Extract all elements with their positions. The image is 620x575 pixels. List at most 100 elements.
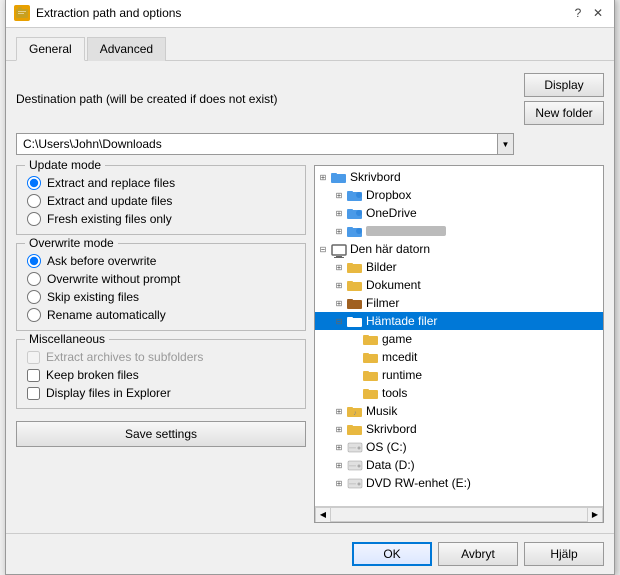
tree-item[interactable]: mcedit <box>315 348 603 366</box>
dialog-content: Destination path (will be created if doe… <box>6 60 614 533</box>
tree-item[interactable]: ⊞ Dropbox <box>315 186 603 204</box>
save-settings-button[interactable]: Save settings <box>16 421 306 447</box>
tree-expander[interactable]: ⊟ <box>331 313 347 329</box>
cancel-button[interactable]: Avbryt <box>438 542 518 566</box>
tree-expander-empty <box>347 331 363 347</box>
tree-item[interactable]: runtime <box>315 366 603 384</box>
tree-item[interactable]: game <box>315 330 603 348</box>
overwrite-radio-2[interactable] <box>27 290 41 304</box>
tree-item[interactable]: ⊞ OneDrive <box>315 204 603 222</box>
update-option-1[interactable]: Extract and update files <box>27 194 295 208</box>
tree-expander[interactable]: ⊞ <box>331 421 347 437</box>
folder-icon <box>331 171 347 184</box>
tree-item[interactable]: ⊞Skrivbord <box>315 420 603 438</box>
tree-item[interactable]: ⊟Hämtade filer <box>315 312 603 330</box>
overwrite-option-2[interactable]: Skip existing files <box>27 290 295 304</box>
new-folder-button[interactable]: New folder <box>524 101 604 125</box>
path-input[interactable] <box>16 133 498 155</box>
tree-expander[interactable]: ⊞ <box>331 259 347 275</box>
tree-item-label: Filmer <box>366 296 399 310</box>
tree-item[interactable]: ⊞ DVD RW-enhet (E:) <box>315 474 603 492</box>
close-btn[interactable]: ✕ <box>590 5 606 21</box>
tab-general[interactable]: General <box>16 37 85 61</box>
help-footer-button[interactable]: Hjälp <box>524 542 604 566</box>
tree-item[interactable]: ⊞ Dokument <box>315 276 603 294</box>
update-label-0: Extract and replace files <box>47 176 175 190</box>
tab-advanced[interactable]: Advanced <box>87 37 166 61</box>
tree-item[interactable]: ⊞ Filmer <box>315 294 603 312</box>
tree-bottom-scrollbar[interactable]: ◀ ▶ <box>315 506 603 522</box>
update-option-2[interactable]: Fresh existing files only <box>27 212 295 226</box>
tree-expander[interactable]: ⊞ <box>331 187 347 203</box>
update-radio-0[interactable] <box>27 176 41 190</box>
tree-item-label: Dropbox <box>366 188 411 202</box>
tree-item[interactable]: ⊞OS (C:) <box>315 438 603 456</box>
tree-expander[interactable]: ⊟ <box>315 241 331 257</box>
tree-item[interactable]: ⊞♪Musik <box>315 402 603 420</box>
tree-item[interactable]: ⊞Bilder <box>315 258 603 276</box>
tree-expander-empty <box>347 385 363 401</box>
tree-item[interactable]: ⊞ Skrivbord <box>315 168 603 186</box>
save-btn-row: Save settings <box>16 421 306 447</box>
misc-checkbox-0 <box>27 351 40 364</box>
scroll-track[interactable] <box>331 507 587 522</box>
misc-label-1: Keep broken files <box>46 368 139 382</box>
tree-expander[interactable]: ⊞ <box>331 439 347 455</box>
overwrite-radio-0[interactable] <box>27 254 41 268</box>
folder-icon <box>331 243 347 256</box>
help-title-btn[interactable]: ? <box>570 5 586 21</box>
tree-expander[interactable]: ⊞ <box>331 403 347 419</box>
display-button[interactable]: Display <box>524 73 604 97</box>
misc-option-0[interactable]: Extract archives to subfolders <box>27 350 295 364</box>
tree-item-label: Den här datorn <box>350 242 430 256</box>
tree-expander[interactable]: ⊞ <box>331 205 347 221</box>
dest-buttons: Display New folder <box>524 73 604 125</box>
tree-item-label: Skrivbord <box>350 170 401 184</box>
extraction-dialog: Extraction path and options ? ✕ General … <box>5 0 615 575</box>
title-bar: Extraction path and options ? ✕ <box>6 0 614 28</box>
ok-button[interactable]: OK <box>352 542 432 566</box>
tree-expander[interactable]: ⊞ <box>331 295 347 311</box>
tree-expander[interactable]: ⊞ <box>331 277 347 293</box>
tree-item[interactable]: tools <box>315 384 603 402</box>
folder-icon <box>347 423 363 436</box>
tree-item-label: DVD RW-enhet (E:) <box>366 476 471 490</box>
overwrite-label-0: Ask before overwrite <box>47 254 156 268</box>
overwrite-mode-options: Ask before overwrite Overwrite without p… <box>27 254 295 322</box>
update-radio-2[interactable] <box>27 212 41 226</box>
tree-expander[interactable]: ⊞ <box>331 457 347 473</box>
tree-expander[interactable]: ⊞ <box>331 223 347 239</box>
tree-item[interactable]: ⊞Data (D:) <box>315 456 603 474</box>
scroll-right-arrow[interactable]: ▶ <box>587 507 603 523</box>
tree-view[interactable]: ⊞Skrivbord⊞Dropbox⊞OneDrive⊞⊟Den här dat… <box>315 166 603 506</box>
update-radio-1[interactable] <box>27 194 41 208</box>
overwrite-radio-3[interactable] <box>27 308 41 322</box>
overwrite-radio-1[interactable] <box>27 272 41 286</box>
folder-icon <box>347 441 363 454</box>
overwrite-mode-title: Overwrite mode <box>25 236 118 250</box>
tree-item[interactable]: ⊞ <box>315 222 603 240</box>
tree-expander[interactable]: ⊞ <box>315 169 331 185</box>
update-mode-options: Extract and replace files Extract and up… <box>27 176 295 226</box>
tree-expander[interactable]: ⊞ <box>331 475 347 491</box>
misc-checkbox-1[interactable] <box>27 369 40 382</box>
overwrite-option-1[interactable]: Overwrite without prompt <box>27 272 295 286</box>
left-panel: Update mode Extract and replace files Ex… <box>16 165 306 523</box>
tree-item-label: OneDrive <box>366 206 417 220</box>
tree-item-label: Dokument <box>366 278 421 292</box>
misc-checkbox-2[interactable] <box>27 387 40 400</box>
scroll-left-arrow[interactable]: ◀ <box>315 507 331 523</box>
misc-option-2[interactable]: Display files in Explorer <box>27 386 295 400</box>
miscellaneous-group: Miscellaneous Extract archives to subfol… <box>16 339 306 409</box>
tree-item[interactable]: ⊟ Den här datorn <box>315 240 603 258</box>
path-dropdown-btn[interactable]: ▼ <box>498 133 514 155</box>
misc-option-1[interactable]: Keep broken files <box>27 368 295 382</box>
overwrite-option-0[interactable]: Ask before overwrite <box>27 254 295 268</box>
folder-icon <box>347 297 363 310</box>
overwrite-option-3[interactable]: Rename automatically <box>27 308 295 322</box>
update-label-2: Fresh existing files only <box>47 212 172 226</box>
update-option-0[interactable]: Extract and replace files <box>27 176 295 190</box>
overwrite-label-3: Rename automatically <box>47 308 166 322</box>
dialog-footer: OK Avbryt Hjälp <box>6 533 614 574</box>
destination-label: Destination path (will be created if doe… <box>16 92 516 106</box>
